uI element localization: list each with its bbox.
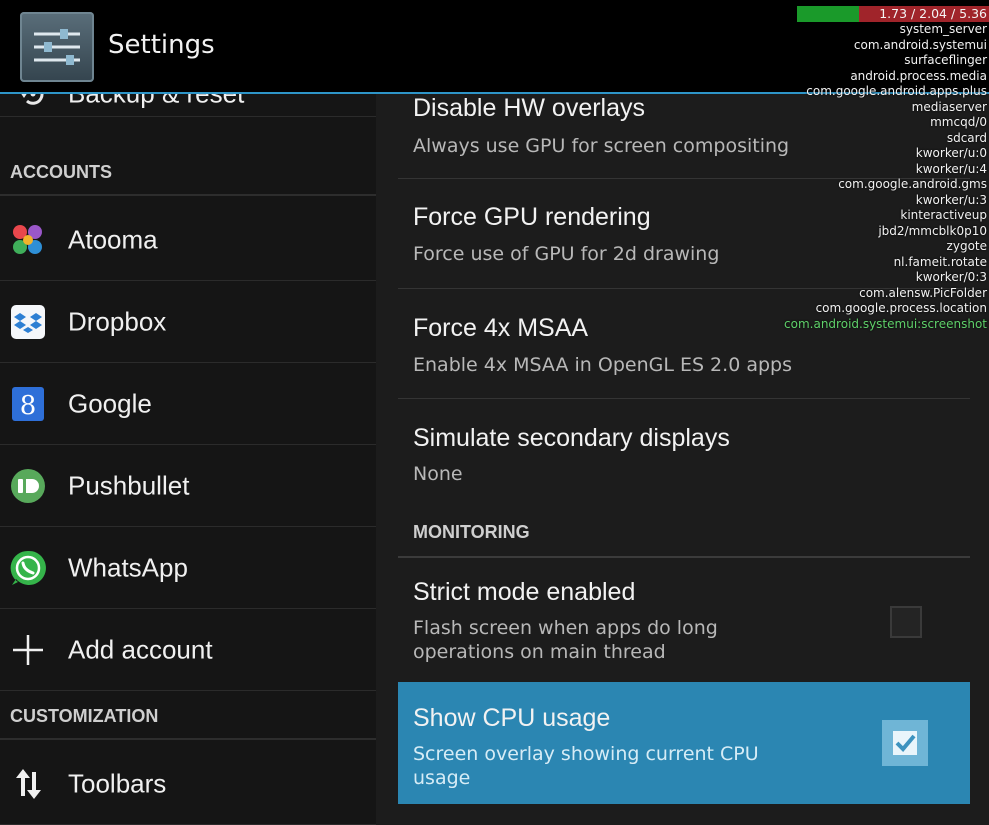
sidebar-item-google[interactable]: 8 Google <box>0 364 376 445</box>
pref-force-4x-msaa[interactable]: Force 4x MSAA Enable 4x MSAA in OpenGL E… <box>398 288 970 399</box>
atooma-icon <box>8 220 48 260</box>
toolbars-arrows-icon <box>8 764 48 804</box>
pushbullet-icon <box>8 466 48 506</box>
plus-icon <box>8 630 48 670</box>
pref-strict-mode-enabled[interactable]: Strict mode enabled Flash screen when ap… <box>398 560 970 680</box>
pref-summary-line: usage <box>413 767 471 789</box>
google-icon: 8 <box>8 384 48 424</box>
sidebar-item-label: Backup & reset <box>68 94 244 110</box>
strict-mode-checkbox[interactable] <box>890 606 922 638</box>
sidebar-item-add-account[interactable]: Add account <box>0 610 376 691</box>
pref-summary-line: operations on main thread <box>413 641 666 663</box>
customization-section-header: CUSTOMIZATION <box>0 694 376 740</box>
pref-title: Strict mode enabled <box>413 578 636 606</box>
sidebar-item-label: WhatsApp <box>68 552 188 583</box>
developer-options-list: Disable HW overlays Always use GPU for s… <box>376 94 989 825</box>
pref-summary: Always use GPU for screen compositing <box>413 135 790 157</box>
pref-show-cpu-usage[interactable]: Show CPU usage Screen overlay showing cu… <box>398 682 970 804</box>
sidebar-item-pushbullet[interactable]: Pushbullet <box>0 446 376 527</box>
pref-summary: Enable 4x MSAA in OpenGL ES 2.0 apps <box>413 354 792 376</box>
sidebar-item-label: Atooma <box>68 224 158 255</box>
section-header-label: MONITORING <box>413 522 530 542</box>
pref-title: Force 4x MSAA <box>413 314 589 342</box>
sidebar-item-whatsapp[interactable]: WhatsApp <box>0 528 376 609</box>
dropbox-icon <box>8 302 48 342</box>
show-cpu-usage-checkbox[interactable] <box>882 720 928 766</box>
accounts-section-header: ACCOUNTS <box>0 150 376 196</box>
pref-summary-line: Flash screen when apps do long <box>413 617 718 639</box>
pref-force-gpu-rendering[interactable]: Force GPU rendering Force use of GPU for… <box>398 178 970 289</box>
checkmark-icon <box>893 731 917 755</box>
pref-summary: Screen overlay showing current CPU usage <box>413 742 759 790</box>
action-bar: Settings <box>0 0 989 94</box>
pref-summary: None <box>413 463 463 485</box>
svg-text:8: 8 <box>20 391 37 421</box>
sidebar-item-label: Pushbullet <box>68 470 190 501</box>
sidebar-item-atooma[interactable]: Atooma <box>0 200 376 281</box>
monitoring-section-header: MONITORING <box>398 512 970 558</box>
settings-sliders-icon[interactable] <box>20 12 94 82</box>
pref-summary: Force use of GPU for 2d drawing <box>413 243 720 265</box>
sidebar-item-label: Google <box>68 388 152 419</box>
settings-headers-list: Backup & reset ACCOUNTS Atooma <box>0 94 376 825</box>
pref-disable-hw-overlays[interactable]: Disable HW overlays Always use GPU for s… <box>398 94 970 179</box>
pref-title: Force GPU rendering <box>413 203 651 231</box>
sidebar-item-backup-reset[interactable]: Backup & reset <box>0 94 376 117</box>
whatsapp-icon <box>8 548 48 588</box>
sidebar-item-toolbars[interactable]: Toolbars <box>0 744 376 825</box>
pref-title: Simulate secondary displays <box>413 424 730 452</box>
section-header-label: ACCOUNTS <box>10 162 112 182</box>
pref-simulate-secondary-displays[interactable]: Simulate secondary displays None <box>398 398 970 506</box>
pref-title: Disable HW overlays <box>413 94 646 122</box>
pref-title: Show CPU usage <box>413 704 611 732</box>
sidebar-item-dropbox[interactable]: Dropbox <box>0 282 376 363</box>
pref-summary: Flash screen when apps do long operation… <box>413 616 718 664</box>
backup-restore-icon <box>18 94 48 109</box>
sidebar-item-label: Toolbars <box>68 768 167 799</box>
sidebar-item-label: Add account <box>68 634 213 665</box>
section-header-label: CUSTOMIZATION <box>10 706 159 726</box>
page-title: Settings <box>108 30 215 60</box>
pref-summary-line: Screen overlay showing current CPU <box>413 743 759 765</box>
sidebar-item-label: Dropbox <box>68 306 167 337</box>
